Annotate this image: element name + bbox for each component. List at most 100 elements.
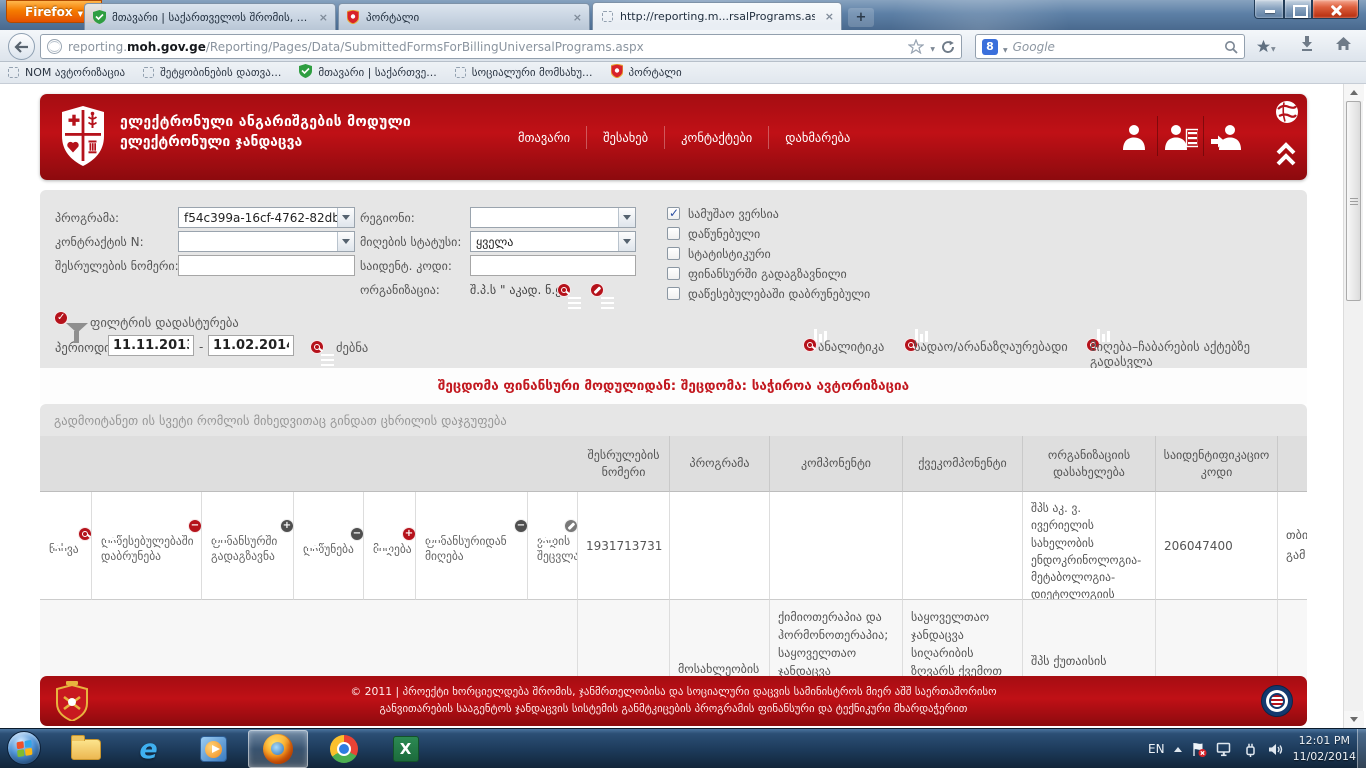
taskbar-chrome-button[interactable]	[316, 730, 371, 768]
search-engine-dropdown-icon[interactable]	[1003, 37, 1008, 56]
tray-expand-icon[interactable]	[1174, 747, 1182, 752]
execution-number-input[interactable]	[178, 255, 355, 276]
action-receive-from-financial[interactable]: − ფინანსურიდან მიღება	[416, 492, 528, 600]
action-send-to-financial[interactable]: + ფინანსურში გადაგზავნა	[202, 492, 294, 600]
checkbox-statistical[interactable]	[667, 247, 680, 260]
scroll-up-button[interactable]	[1344, 84, 1364, 101]
url-bar[interactable]: reporting.moh.gov.ge/Reporting/Pages/Dat…	[40, 34, 962, 59]
search-label[interactable]: ძებნა	[336, 340, 368, 355]
action-center-flag-icon[interactable]	[1191, 742, 1207, 757]
table-header-execution-number[interactable]: შესრულების ნომერი	[578, 436, 670, 492]
start-button[interactable]	[7, 731, 41, 765]
user-list-icon[interactable]	[1157, 116, 1203, 156]
bookmarks-menu-icon[interactable]	[1256, 36, 1276, 55]
taskbar-clock[interactable]: 12:01 PM 11/02/2014	[1293, 733, 1356, 765]
default-page-favicon-icon	[600, 10, 614, 24]
bookmark-item[interactable]: პორტალი	[611, 64, 682, 81]
nav-item-contacts[interactable]: კონტაქტები	[664, 126, 768, 149]
checkbox-label: ფინანსურში გადაგზავნილი	[688, 267, 847, 281]
nav-item-about[interactable]: შესახებ	[586, 126, 664, 149]
region-select[interactable]	[470, 207, 636, 228]
language-indicator[interactable]: EN	[1148, 742, 1165, 756]
home-icon[interactable]	[1335, 36, 1352, 51]
bookmark-item[interactable]: სოციალური მომსახუ...	[455, 66, 593, 79]
maximize-button[interactable]	[1284, 0, 1312, 19]
network-icon[interactable]	[1216, 742, 1233, 757]
collapse-chevron-up-icon[interactable]	[1274, 142, 1298, 172]
language-globe-icon[interactable]	[1275, 100, 1299, 128]
window-controls	[1254, 0, 1359, 19]
taskbar-excel-button[interactable]	[378, 730, 433, 768]
taskbar-internet-explorer-button[interactable]	[121, 730, 176, 768]
bookmarks-bar: NOM ავტორიზაცია შეტყობინების დათვა... მთ…	[0, 62, 1366, 84]
browser-tab-active[interactable]: http://reporting.m...rsalPrograms.aspx	[592, 2, 842, 30]
taskbar-explorer-button[interactable]	[58, 730, 113, 768]
action-reject[interactable]: − დაწუნება	[294, 492, 364, 600]
contract-select[interactable]	[178, 231, 355, 252]
chevron-down-icon	[618, 208, 635, 227]
chevron-down-icon	[337, 208, 354, 227]
action-return-to-institution[interactable]: − დაწესებულებაში დაბრუნება	[92, 492, 202, 600]
url-dropdown-icon[interactable]	[930, 40, 935, 54]
period-from-input[interactable]	[108, 335, 194, 356]
taskbar-firefox-button[interactable]	[248, 730, 308, 768]
checkbox-sent-to-financial[interactable]	[667, 267, 680, 280]
taskbar-media-player-button[interactable]	[186, 730, 241, 768]
acceptance-acts-link[interactable]: მიღება–ჩაბარების აქტებზე გადასვლა	[1090, 339, 1307, 369]
action-change-deadline[interactable]: ვადის შეცვლა	[528, 492, 578, 600]
status-select[interactable]: ყველა	[470, 231, 636, 252]
tab-close-icon[interactable]	[315, 11, 328, 24]
disputed-link[interactable]: სადაო/არანაზღაურებადი	[914, 339, 1068, 354]
checkbox-label: სამუშაო ვერსია	[688, 207, 779, 221]
power-plug-icon[interactable]	[1242, 742, 1258, 757]
nav-item-help[interactable]: დახმარება	[768, 126, 866, 149]
site-identity-globe-icon[interactable]	[47, 39, 62, 54]
checkbox-working-version[interactable]	[667, 207, 680, 220]
contract-label: კონტრაქტის N:	[55, 235, 144, 249]
search-input[interactable]	[1013, 40, 1219, 54]
user-profile-icon[interactable]	[1111, 116, 1157, 156]
back-button[interactable]	[8, 33, 35, 60]
show-desktop-button[interactable]	[1357, 729, 1366, 768]
google-search-engine-icon[interactable]	[982, 39, 998, 55]
tab-close-icon[interactable]	[821, 10, 834, 23]
bookmark-item[interactable]: NOM ავტორიზაცია	[8, 66, 125, 79]
search-magnifier-icon[interactable]	[1224, 40, 1238, 54]
action-accept[interactable]: + მიღება	[364, 492, 416, 600]
vertical-scrollbar[interactable]	[1343, 84, 1363, 728]
table-header-component[interactable]: კომპონენტი	[770, 436, 903, 492]
tab-close-icon[interactable]	[569, 11, 582, 24]
bookmark-item[interactable]: შეტყობინების დათვა...	[143, 66, 281, 79]
action-view[interactable]: ნახვა	[40, 492, 92, 600]
new-tab-button[interactable]	[848, 8, 874, 27]
window-titlebar: Firefox მთავარი | საქართველოს შრომის, ..…	[0, 0, 1366, 30]
error-message-band: შეცდომა ფინანსური მოდულიდან: შეცდომა: სა…	[40, 368, 1307, 404]
reload-icon[interactable]	[941, 40, 955, 54]
table-header-organization[interactable]: ორგანიზაციის დასახელება	[1023, 436, 1156, 492]
table-header-program[interactable]: პროგრამა	[670, 436, 770, 492]
search-box[interactable]	[975, 34, 1245, 59]
program-select[interactable]: f54c399a-16cf-4762-82db-0	[178, 207, 355, 228]
browser-tab-1[interactable]: მთავარი | საქართველოს შრომის, ...	[84, 3, 336, 30]
nav-item-home[interactable]: მთავარი	[502, 126, 586, 149]
table-header-subcomponent[interactable]: ქვეკომპონენტი	[903, 436, 1023, 492]
cell-subcomponent	[903, 492, 1023, 600]
ident-code-input[interactable]	[470, 255, 636, 276]
volume-icon[interactable]	[1267, 742, 1284, 757]
period-to-input[interactable]	[208, 335, 294, 356]
user-logout-icon[interactable]	[1203, 116, 1249, 156]
bookmark-star-icon[interactable]	[908, 39, 924, 54]
moh-shield-logo-icon	[60, 105, 106, 171]
filter-confirm-label[interactable]: ფილტრის დადასტურება	[90, 315, 239, 330]
browser-tab-2[interactable]: პორტალი	[338, 3, 590, 30]
checkbox-returned-to-institution[interactable]	[667, 287, 680, 300]
bookmark-item[interactable]: მთავარი | საქართვე...	[299, 64, 436, 81]
minimize-button[interactable]	[1254, 0, 1284, 19]
scrollbar-thumb[interactable]	[1346, 101, 1361, 301]
scroll-down-button[interactable]	[1344, 711, 1364, 728]
close-button[interactable]	[1312, 0, 1359, 19]
table-header-ident-code[interactable]: საიდენტიფიკაციო კოდი	[1156, 436, 1278, 492]
downloads-icon[interactable]	[1299, 35, 1315, 52]
checkbox-rejected[interactable]	[667, 227, 680, 240]
analytics-link[interactable]: ანალიტიკა	[818, 339, 884, 354]
